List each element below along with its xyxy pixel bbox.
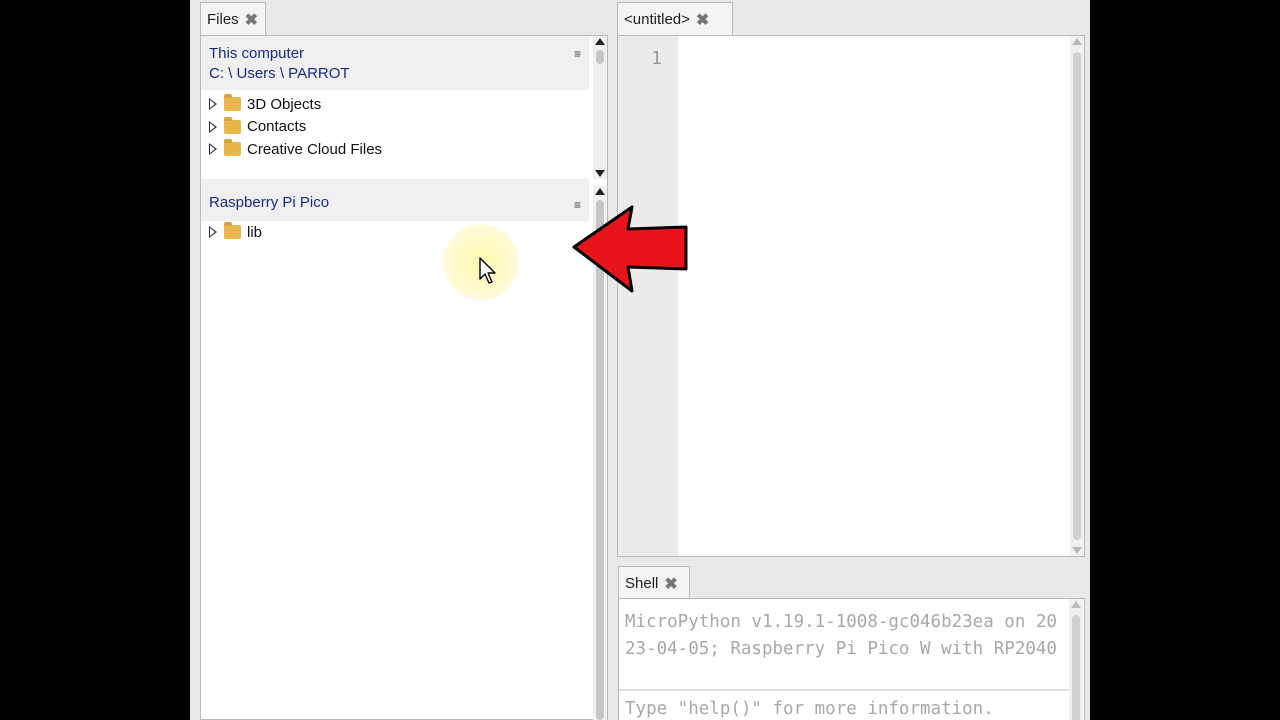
tab-label: <untitled> — [624, 11, 690, 28]
close-icon[interactable]: ✖ — [245, 10, 258, 30]
expand-triangle-icon[interactable] — [209, 98, 217, 111]
editor-scrollbar[interactable] — [1070, 36, 1084, 556]
line-number-gutter: 1 — [618, 36, 678, 556]
scroll-thumb[interactable] — [596, 50, 604, 64]
mouse-pointer-icon — [479, 257, 496, 284]
folder-icon — [224, 222, 241, 240]
current-path[interactable]: C: \ Users \ PARROT — [209, 64, 589, 84]
tree-item-label: lib — [247, 223, 263, 241]
scroll-up-icon[interactable] — [1071, 601, 1081, 608]
shell-scrollbar[interactable] — [1069, 599, 1083, 720]
tree-item-label: Creative Cloud Files — [247, 140, 383, 158]
tree-item-label: Contacts — [247, 118, 307, 136]
scroll-up-icon[interactable] — [595, 188, 605, 195]
pico-header: Raspberry Pi Pico ≡ — [201, 179, 589, 221]
this-computer-header: This computer C: \ Users \ PARROT ≡ — [201, 36, 589, 90]
tree-item-3d-objects[interactable]: 3D Objects — [209, 93, 382, 116]
computer-file-tree: 3D Objects Contacts Creative Cloud Files — [209, 93, 382, 161]
folder-icon — [224, 139, 241, 157]
scroll-down-icon[interactable] — [595, 170, 605, 177]
shell-console[interactable]: MicroPython v1.19.1-1008-gc046b23ea on 2… — [618, 598, 1085, 720]
expand-triangle-icon[interactable] — [209, 226, 217, 239]
scroll-down-icon[interactable] — [1072, 547, 1082, 554]
scroll-up-icon[interactable] — [595, 38, 605, 45]
computer-scrollbar[interactable] — [593, 36, 607, 179]
folder-icon — [224, 94, 241, 112]
files-panel: Files ✖ This computer C: \ Users \ PARRO… — [190, 0, 608, 720]
tab-label: Shell — [625, 575, 659, 592]
shell-divider — [619, 689, 1069, 691]
scroll-thumb[interactable] — [1072, 615, 1080, 720]
expand-triangle-icon[interactable] — [209, 120, 217, 133]
ide-window: Files ✖ This computer C: \ Users \ PARRO… — [190, 0, 1090, 720]
close-icon[interactable]: ✖ — [664, 574, 677, 594]
tree-item-label: 3D Objects — [247, 95, 322, 113]
section-title: Raspberry Pi Pico — [209, 194, 330, 211]
red-arrow-icon — [572, 205, 688, 293]
tree-item-contacts[interactable]: Contacts — [209, 116, 382, 139]
code-editor[interactable]: 1 — [617, 35, 1085, 557]
section-title: This computer — [209, 45, 305, 62]
tab-label: Files — [207, 11, 239, 28]
tab-untitled[interactable]: <untitled> ✖ — [617, 2, 733, 36]
close-icon[interactable]: ✖ — [696, 10, 709, 30]
tab-shell[interactable]: Shell ✖ — [618, 566, 690, 600]
tab-files[interactable]: Files ✖ — [200, 2, 266, 36]
shell-banner: MicroPython v1.19.1-1008-gc046b23ea on 2… — [625, 612, 1057, 659]
hamburger-icon[interactable]: ≡ — [574, 44, 581, 64]
scroll-thumb[interactable] — [1073, 52, 1081, 540]
shell-help-line: Type "help()" for more information. — [625, 699, 994, 719]
tree-item-creative-cloud-files[interactable]: Creative Cloud Files — [209, 138, 382, 161]
pico-file-tree: lib — [209, 221, 262, 244]
expand-triangle-icon[interactable] — [209, 143, 217, 156]
scroll-up-icon[interactable] — [1072, 38, 1082, 45]
tree-item-lib[interactable]: lib — [209, 221, 262, 244]
files-browser: This computer C: \ Users \ PARROT ≡ 3D O… — [200, 35, 608, 720]
folder-icon — [224, 116, 241, 134]
line-number: 1 — [651, 48, 662, 69]
